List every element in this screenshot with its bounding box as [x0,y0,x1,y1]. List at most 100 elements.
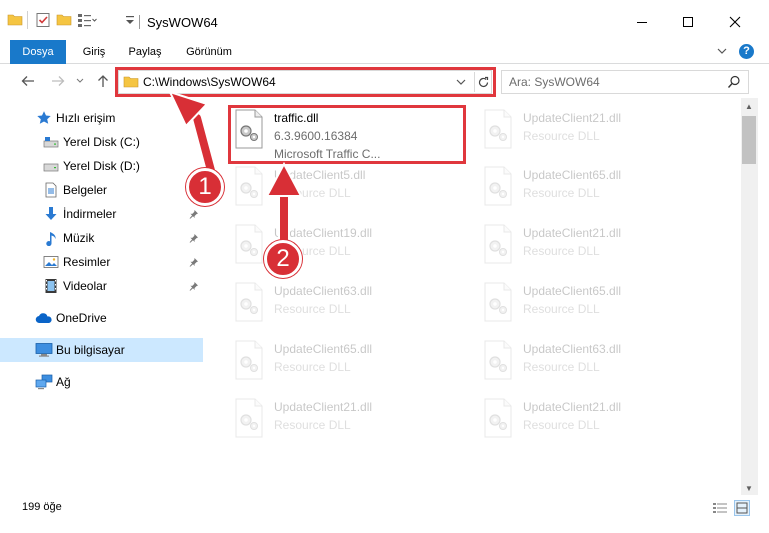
network-icon [35,374,53,390]
pin-icon[interactable] [189,256,199,270]
minimize-button[interactable] [627,10,657,34]
large-icons-view-icon[interactable] [734,500,750,516]
folder-icon [7,12,23,30]
file-version: Resource DLL [523,418,600,432]
cloud-icon [35,310,53,326]
file-version: Resource DLL [523,186,600,200]
drive-icon [42,134,60,150]
window-title: SysWOW64 [147,15,218,30]
scroll-down-icon[interactable]: ▼ [745,484,753,493]
file-name: UpdateClient65.dll [274,342,373,356]
file-name: UpdateClient21.dll [523,226,622,240]
step-badge-1: 1 [186,168,224,206]
file-item[interactable]: UpdateClient21.dll Resource DLL [478,220,718,278]
sidebar-item-quick-access[interactable]: Hızlı erişim [0,106,203,130]
dll-file-icon [233,166,265,206]
status-bar: 199 öğe [0,497,769,519]
file-version: Resource DLL [274,418,351,432]
tab-file[interactable]: Dosya [10,40,66,64]
sidebar-item-music[interactable]: Müzik [0,226,203,250]
item-count: 199 öğe [22,501,62,513]
pin-icon[interactable] [189,232,199,246]
maximize-button[interactable] [673,10,703,34]
dll-file-icon [233,282,265,322]
music-icon [42,230,60,246]
search-icon[interactable] [727,75,741,92]
customize-toolbar-icon[interactable] [125,14,135,32]
sidebar-item-downloads[interactable]: İndirmeler [0,202,203,226]
tab-view[interactable]: Görünüm [178,40,240,64]
scroll-up-icon[interactable]: ▲ [745,102,753,111]
dll-file-icon [482,398,514,438]
up-button[interactable] [93,71,113,91]
file-item[interactable]: UpdateClient65.dll Resource DLL [478,278,718,336]
search-input[interactable] [509,74,719,90]
file-name: UpdateClient5.dll [274,168,366,182]
file-version: Resource DLL [523,360,600,374]
sidebar-item-videos[interactable]: Videolar [0,274,203,298]
sidebar-item-local-disk-d[interactable]: Yerel Disk (D:) [0,154,203,178]
dll-file-icon [233,340,265,380]
dll-file-icon [482,166,514,206]
file-name: UpdateClient63.dll [523,342,622,356]
dll-file-icon [482,109,514,149]
vertical-scrollbar[interactable]: ▲ ▼ [741,98,758,495]
file-version: Resource DLL [274,302,351,316]
sidebar-item-documents[interactable]: Belgeler [0,178,203,202]
drive-icon [42,158,60,174]
close-button[interactable] [720,10,750,34]
search-box[interactable] [501,70,749,94]
sidebar-item-network[interactable]: Ağ [0,370,203,394]
title-bar: SysWOW64 [0,0,769,40]
details-view-icon[interactable] [712,500,728,516]
file-name: UpdateClient65.dll [523,284,622,298]
file-item[interactable]: UpdateClient63.dll Resource DLL [229,278,469,336]
file-version: Resource DLL [274,186,351,200]
file-name: UpdateClient21.dll [274,400,373,414]
view-options-icon[interactable] [77,12,97,30]
sidebar-item-this-pc[interactable]: Bu bilgisayar [0,338,203,362]
file-name: UpdateClient21.dll [523,400,622,414]
help-icon[interactable]: ? [739,44,754,59]
dll-file-icon [482,224,514,264]
file-item[interactable]: UpdateClient63.dll Resource DLL [478,336,718,394]
new-folder-icon[interactable] [56,12,72,30]
dll-file-icon [233,224,265,264]
file-item[interactable]: UpdateClient65.dll Resource DLL [478,162,718,220]
sidebar-item-pictures[interactable]: Resimler [0,250,203,274]
file-item[interactable]: UpdateClient21.dll Resource DLL [478,105,718,163]
file-item[interactable]: UpdateClient5.dll Resource DLL [229,162,469,220]
recent-locations-button[interactable] [73,71,87,91]
tab-home[interactable]: Giriş [74,40,114,64]
download-icon [42,206,60,222]
file-item[interactable]: UpdateClient21.dll Resource DLL [478,394,718,452]
sidebar-item-onedrive[interactable]: OneDrive [0,306,203,330]
file-highlight [228,105,466,164]
file-version: Resource DLL [274,360,351,374]
file-name: UpdateClient19.dll [274,226,373,240]
forward-button[interactable] [48,71,68,91]
tab-share[interactable]: Paylaş [122,40,168,64]
navigation-pane: Hızlı erişim Yerel Disk (C:) Yerel Disk … [0,100,203,490]
sidebar-item-local-disk-c[interactable]: Yerel Disk (C:) [0,130,203,154]
file-version: Resource DLL [523,129,600,143]
file-item[interactable]: UpdateClient21.dll Resource DLL [229,394,469,452]
expand-ribbon-icon[interactable] [716,44,728,61]
file-item[interactable]: UpdateClient65.dll Resource DLL [229,336,469,394]
file-name: UpdateClient21.dll [523,111,622,125]
pin-icon[interactable] [189,280,199,294]
scrollbar-thumb[interactable] [742,116,756,164]
star-icon [35,110,53,126]
file-name: UpdateClient63.dll [274,284,373,298]
properties-icon[interactable] [35,12,51,30]
file-item[interactable]: UpdateClient19.dll Resource DLL [229,220,469,278]
video-icon [42,278,60,294]
address-highlight [115,67,496,97]
dll-file-icon [233,398,265,438]
pictures-icon [42,254,60,270]
step-badge-2: 2 [264,240,302,278]
back-button[interactable] [18,71,38,91]
pin-icon[interactable] [189,208,199,222]
file-name: UpdateClient65.dll [523,168,622,182]
document-icon [42,182,60,198]
